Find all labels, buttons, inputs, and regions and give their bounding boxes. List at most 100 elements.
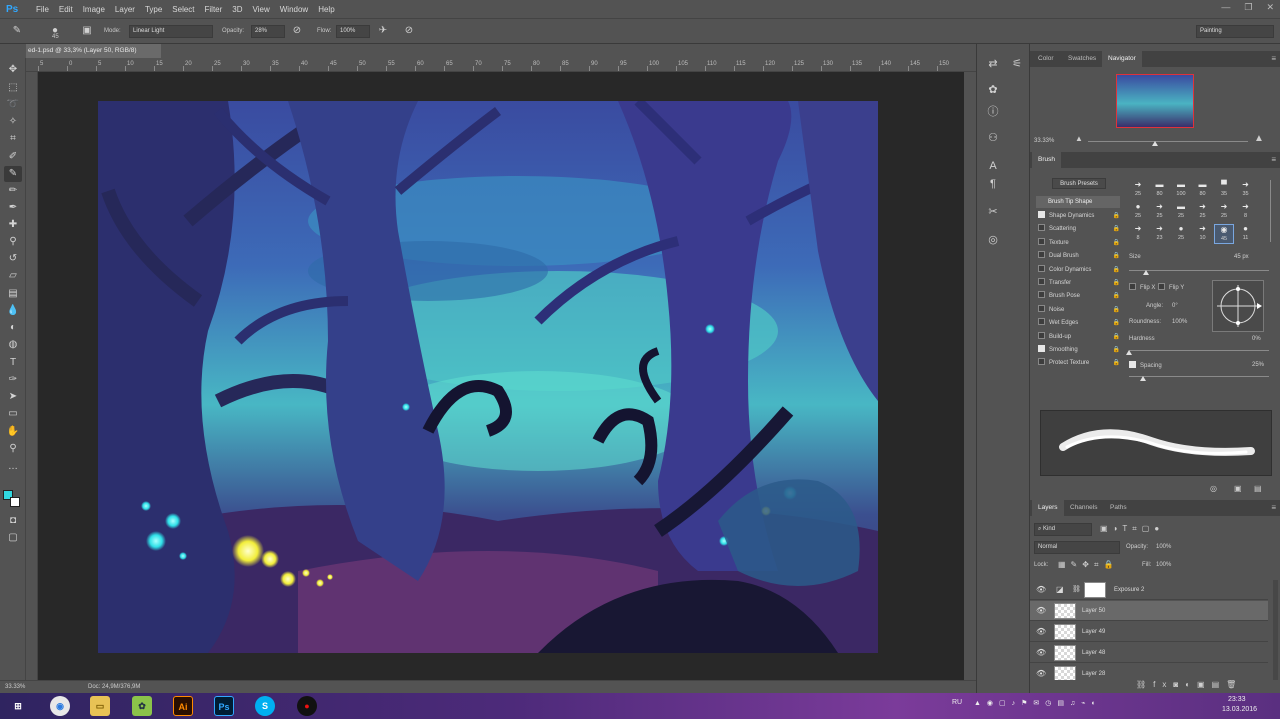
chrome-icon[interactable]: ◉	[50, 696, 70, 716]
brush-option-checkbox[interactable]	[1038, 358, 1045, 366]
brush-option-row[interactable]: Texture 🔒	[1038, 237, 1120, 249]
recorder-icon[interactable]: ●	[297, 696, 317, 716]
brush-preset-tile[interactable]: ➜ 10	[1193, 224, 1213, 244]
pressure-size-icon[interactable]: ⊘	[402, 24, 416, 38]
menu-3d[interactable]: 3D	[232, 5, 242, 14]
brush-option-row[interactable]: Scattering 🔒	[1038, 223, 1120, 235]
clock-time[interactable]: 23:33	[1228, 696, 1246, 703]
preset-scrollbar[interactable]	[1270, 180, 1271, 242]
properties-panel-icon[interactable]: ⚟	[1009, 56, 1025, 72]
layer-footer-icons[interactable]: ⛓fx◙◐▣▤🗑	[1136, 680, 1243, 689]
layer-row[interactable]: 👁 Layer 50	[1030, 601, 1268, 621]
lock-icons[interactable]: ▦✎✥⌗🔒	[1058, 560, 1118, 570]
brush-preset-tile[interactable]: ➜ 8	[1128, 224, 1148, 244]
minimize-icon[interactable]: —	[1221, 2, 1230, 13]
brush-presets-button[interactable]: Brush Presets	[1052, 178, 1106, 189]
mixer-brush-tool-icon[interactable]: ✒	[4, 200, 22, 216]
healing-brush-tool-icon[interactable]: ✚	[4, 217, 22, 233]
menu-help[interactable]: Help	[318, 5, 334, 14]
history-brush-tool-icon[interactable]: ↺	[4, 251, 22, 267]
menu-filter[interactable]: Filter	[205, 5, 223, 14]
close-icon[interactable]: ✕	[1266, 2, 1274, 13]
brush-option-row[interactable]: Build-up 🔒	[1038, 331, 1120, 343]
clone-source-icon[interactable]: ⚇	[985, 130, 1001, 146]
roundness-value[interactable]: 100%	[1172, 319, 1187, 325]
tab-color[interactable]: Color	[1032, 51, 1060, 67]
flip-y-checkbox[interactable]: Flip Y	[1158, 283, 1184, 291]
create-preset-icon[interactable]: ▣	[1234, 484, 1242, 493]
visibility-eye-icon[interactable]: 👁	[1036, 601, 1046, 621]
brush-option-row[interactable]: Noise 🔒	[1038, 304, 1120, 316]
visibility-eye-icon[interactable]: 👁	[1036, 664, 1046, 680]
document-tab[interactable]: ed-1.psd @ 33,3% (Layer 50, RGB/8)	[26, 44, 161, 58]
quick-select-tool-icon[interactable]: ✧	[4, 114, 22, 130]
lock-icon[interactable]: 🔒	[1113, 277, 1120, 289]
size-slider-knob[interactable]	[1142, 270, 1149, 275]
type-tool-icon[interactable]: T	[4, 355, 22, 371]
brush-option-checkbox[interactable]	[1038, 318, 1045, 326]
photoshop-icon[interactable]: Ps	[214, 696, 234, 716]
illustrator-icon[interactable]: Ai	[173, 696, 193, 716]
3d-panel-icon[interactable]: ◎	[985, 232, 1001, 248]
lock-icon[interactable]: 🔒	[1113, 210, 1120, 222]
restore-icon[interactable]: ❐	[1244, 2, 1252, 13]
lock-icon[interactable]: 🔒	[1113, 317, 1120, 329]
paragraph-panel-icon[interactable]: ¶	[985, 176, 1001, 192]
layer-row[interactable]: 👁 ◪ ⛓ Exposure 2	[1030, 580, 1268, 600]
brush-option-checkbox[interactable]	[1038, 237, 1045, 245]
menu-image[interactable]: Image	[83, 5, 105, 14]
lock-icon[interactable]: 🔒	[1113, 331, 1120, 343]
pressure-opacity-icon[interactable]: ⊘	[290, 24, 304, 38]
menu-edit[interactable]: Edit	[59, 5, 73, 14]
navigator-preview[interactable]	[1116, 74, 1194, 128]
brush-preset-tile[interactable]: ▬ 80	[1150, 180, 1170, 200]
brush-option-checkbox[interactable]	[1038, 210, 1045, 218]
dodge-tool-icon[interactable]: ◐	[4, 320, 22, 336]
lock-icon[interactable]: 🔒	[1113, 357, 1120, 369]
clock-date[interactable]: 13.03.2016	[1222, 706, 1257, 713]
airbrush-icon[interactable]: ✈	[376, 24, 390, 38]
layer-row[interactable]: 👁 Layer 49	[1030, 622, 1268, 642]
brush-panel-toggle-icon[interactable]: ▣	[80, 24, 94, 38]
sponge-tool-icon[interactable]: ◍	[4, 337, 22, 353]
lock-icon[interactable]: 🔒	[1113, 264, 1120, 276]
layers-scrollbar[interactable]	[1273, 580, 1278, 680]
angle-value[interactable]: 0°	[1172, 303, 1178, 309]
language-indicator[interactable]: RU	[952, 699, 962, 706]
brush-option-checkbox[interactable]	[1038, 304, 1045, 312]
brush-preset-tile[interactable]: ● 25	[1171, 224, 1191, 244]
brush-menu-icon[interactable]: ≡	[1271, 155, 1276, 164]
brush-option-row[interactable]: Protect Texture 🔒	[1038, 357, 1120, 369]
move-tool-icon[interactable]: ✥	[4, 62, 22, 78]
marquee-tool-icon[interactable]: ⬚	[4, 80, 22, 96]
menu-file[interactable]: File	[36, 5, 49, 14]
menu-view[interactable]: View	[253, 5, 270, 14]
mode-select[interactable]: Linear Light	[129, 25, 213, 38]
gradient-tool-icon[interactable]: ▤	[4, 286, 22, 302]
lock-icon[interactable]: 🔒	[1113, 344, 1120, 356]
brush-option-row[interactable]: Brush Pose 🔒	[1038, 290, 1120, 302]
eraser-tool-icon[interactable]: ▱	[4, 268, 22, 284]
fill-value[interactable]: 100%	[1156, 562, 1171, 568]
new-brush-icon[interactable]: ▤	[1254, 484, 1262, 493]
brush-preset-tile[interactable]: ➜ 25	[1214, 202, 1234, 222]
start-icon[interactable]: ⊞	[8, 696, 28, 716]
menu-window[interactable]: Window	[280, 5, 308, 14]
menu-layer[interactable]: Layer	[115, 5, 135, 14]
lock-icon[interactable]: 🔒	[1113, 237, 1120, 249]
layer-row[interactable]: 👁 Layer 28	[1030, 664, 1268, 680]
green-app-icon[interactable]: ✿	[132, 696, 152, 716]
navigator-menu-icon[interactable]: ≡	[1271, 54, 1276, 63]
navigator-zoom-knob[interactable]	[1152, 141, 1158, 146]
flip-x-checkbox[interactable]: Flip X	[1129, 283, 1155, 291]
lock-icon[interactable]: 🔒	[1113, 250, 1120, 262]
visibility-eye-icon[interactable]: 👁	[1036, 643, 1046, 663]
brush-option-row[interactable]: Shape Dynamics 🔒	[1038, 210, 1120, 222]
zoom-out-icon[interactable]: ▲	[1075, 134, 1083, 143]
brush-option-row[interactable]: Color Dynamics 🔒	[1038, 264, 1120, 276]
tab-layers[interactable]: Layers	[1032, 500, 1064, 516]
blend-mode-select[interactable]: Normal	[1034, 541, 1120, 554]
path-select-tool-icon[interactable]: ➤	[4, 389, 22, 405]
tab-swatches[interactable]: Swatches	[1062, 51, 1102, 67]
zoom-in-icon[interactable]: ▲	[1254, 133, 1264, 144]
